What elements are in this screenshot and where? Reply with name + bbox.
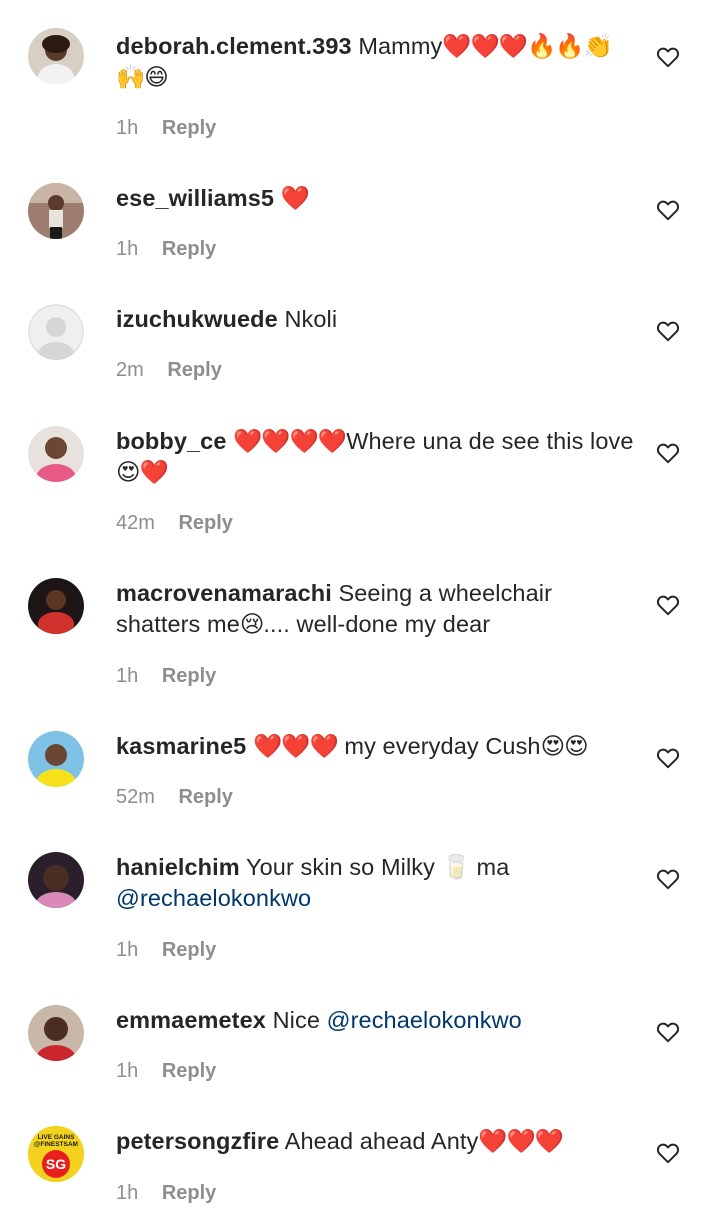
comment-emoji: 😍❤️: [116, 459, 169, 485]
avatar[interactable]: [28, 1005, 84, 1061]
comment-body: emmaemetex Nice @rechaelokonkwo: [116, 1005, 636, 1036]
comment-text: Nkoli: [284, 306, 338, 332]
comment-meta: 42m Reply: [116, 511, 233, 535]
avatar[interactable]: [28, 304, 84, 360]
comment-emoji-before: ❤️❤️❤️❤️: [233, 428, 347, 454]
comment-time: 2m: [116, 359, 144, 381]
comment-time: 1h: [116, 238, 139, 260]
comment-username[interactable]: kasmarine5: [116, 733, 246, 759]
comment-username[interactable]: deborah.clement.393: [116, 33, 352, 59]
heart-outline-icon[interactable]: [655, 1140, 681, 1166]
comment-text: Mammy: [358, 33, 443, 59]
comment-meta: 1h Reply: [116, 1181, 216, 1205]
comment-emoji: ❤️❤️❤️: [478, 1128, 564, 1154]
comment-text: Nice: [272, 1007, 320, 1033]
comment-text: my everyday Cush: [344, 733, 541, 759]
heart-outline-icon[interactable]: [655, 745, 681, 771]
reply-button[interactable]: Reply: [178, 512, 232, 534]
comment-text-after: .... well-done my dear: [263, 611, 491, 637]
reply-button[interactable]: Reply: [178, 786, 232, 808]
avatar[interactable]: [28, 183, 84, 239]
comment-text-after: ma: [476, 854, 510, 880]
avatar[interactable]: [28, 578, 84, 634]
comment-emoji: 🥛: [441, 854, 471, 880]
comment-username[interactable]: emmaemetex: [116, 1007, 266, 1033]
comment-meta: 1h Reply: [116, 664, 216, 688]
comment-text: Your skin so Milky: [245, 854, 435, 880]
comment-meta: 1h Reply: [116, 1059, 216, 1083]
comments-list: deborah.clement.393 Mammy❤️❤️❤️🔥🔥👏🙌😄 1h …: [0, 0, 720, 1216]
comment-body: petersongzfire Ahead ahead Anty❤️❤️❤️: [116, 1126, 636, 1157]
comment-meta: 52m Reply: [116, 785, 233, 809]
heart-outline-icon[interactable]: [655, 318, 681, 344]
comment-emoji: 😍😍: [540, 733, 589, 759]
comment-body: bobby_ce ❤️❤️❤️❤️Where una de see this l…: [116, 426, 636, 488]
comment-text: Ahead ahead Anty: [284, 1128, 479, 1154]
comment-time: 42m: [116, 512, 155, 534]
comment-time: 1h: [116, 665, 139, 687]
comment-body: ese_williams5 ❤️: [116, 183, 636, 214]
comment-time: 1h: [116, 117, 139, 139]
heart-outline-icon[interactable]: [655, 44, 681, 70]
heart-outline-icon[interactable]: [655, 1019, 681, 1045]
reply-button[interactable]: Reply: [162, 1060, 216, 1082]
comment-time: 1h: [116, 1060, 139, 1082]
comment-meta: 1h Reply: [116, 116, 216, 140]
avatar[interactable]: [28, 731, 84, 787]
comment-time: 1h: [116, 1182, 139, 1204]
avatar[interactable]: [28, 426, 84, 482]
avatar[interactable]: [28, 28, 84, 84]
comment-emoji-before: ❤️❤️❤️: [252, 733, 339, 759]
heart-outline-icon[interactable]: [655, 866, 681, 892]
comment-username[interactable]: petersongzfire: [116, 1128, 279, 1154]
comment-time: 1h: [116, 939, 139, 961]
reply-button[interactable]: Reply: [162, 238, 216, 260]
comment-username[interactable]: izuchukwuede: [116, 306, 278, 332]
svg-text:SG: SG: [46, 1156, 66, 1172]
heart-outline-icon[interactable]: [655, 440, 681, 466]
comment-meta: 2m Reply: [116, 358, 222, 382]
reply-button[interactable]: Reply: [162, 1182, 216, 1204]
comment-username[interactable]: ese_williams5: [116, 185, 274, 211]
avatar[interactable]: [28, 852, 84, 908]
comment-username[interactable]: bobby_ce: [116, 428, 227, 454]
heart-outline-icon[interactable]: [655, 592, 681, 618]
reply-button[interactable]: Reply: [162, 665, 216, 687]
svg-text:LIVE GAINS: LIVE GAINS: [38, 1134, 76, 1141]
avatar[interactable]: LIVE GAINS @FINESTSAM SG: [28, 1126, 84, 1182]
heart-outline-icon[interactable]: [655, 197, 681, 223]
comment-emoji: ❤️: [280, 185, 310, 211]
comment-body: kasmarine5 ❤️❤️❤️ my everyday Cush😍😍: [116, 731, 636, 762]
comment-body: izuchukwuede Nkoli: [116, 304, 636, 335]
comment-meta: 1h Reply: [116, 938, 216, 962]
comment-mention-link[interactable]: @rechaelokonkwo: [327, 1007, 522, 1033]
comment-body: deborah.clement.393 Mammy❤️❤️❤️🔥🔥👏🙌😄: [116, 31, 636, 93]
reply-button[interactable]: Reply: [162, 939, 216, 961]
user-silhouette-icon: [28, 304, 84, 360]
comment-body: hanielchim Your skin so Milky 🥛 ma @rech…: [116, 852, 636, 914]
reply-button[interactable]: Reply: [162, 117, 216, 139]
comment-body: macrovenamarachi Seeing a wheelchair sha…: [116, 578, 636, 640]
comment-emoji: 😢: [239, 611, 264, 637]
comment-username[interactable]: hanielchim: [116, 854, 240, 880]
reply-button[interactable]: Reply: [167, 359, 221, 381]
svg-text:@FINESTSAM: @FINESTSAM: [34, 1141, 78, 1148]
comment-mention-link[interactable]: @rechaelokonkwo: [116, 885, 311, 911]
comment-time: 52m: [116, 786, 155, 808]
comment-meta: 1h Reply: [116, 237, 216, 261]
comment-username[interactable]: macrovenamarachi: [116, 580, 332, 606]
comment-text: Where una de see this love: [346, 428, 634, 454]
